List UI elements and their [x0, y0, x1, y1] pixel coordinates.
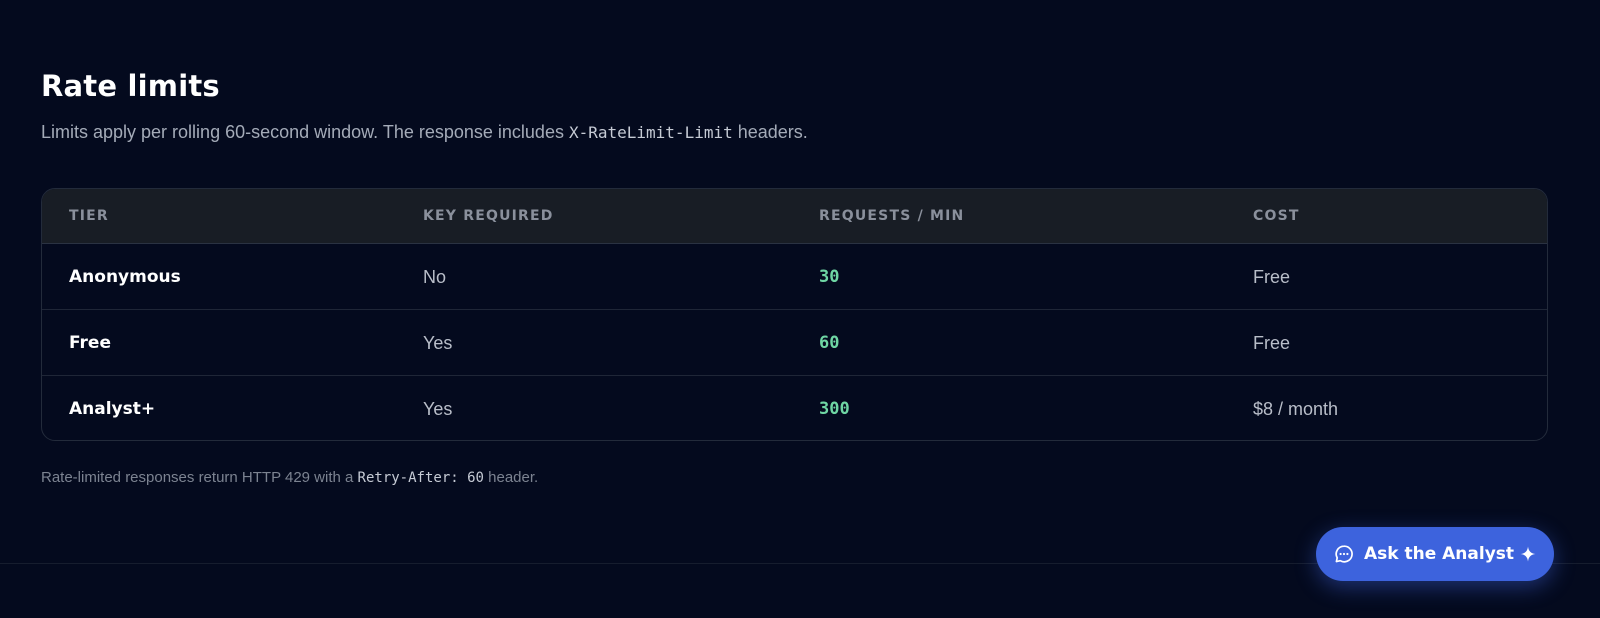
intro-text-end: headers. [732, 122, 808, 142]
table-header-row: TIER KEY REQUIRED REQUESTS / MIN COST [42, 189, 1547, 244]
chat-bubble-icon [1334, 544, 1354, 564]
ask-the-analyst-label: Ask the Analyst [1363, 544, 1515, 564]
column-header-requests-per-min: REQUESTS / MIN [819, 208, 965, 224]
sparkle-icon [1520, 546, 1536, 562]
tier-cell: Analyst+ [69, 399, 156, 419]
table-row: Analyst+ Yes 300 $8 / month [42, 376, 1547, 440]
key-required-cell: Yes [423, 333, 453, 353]
section-title: Rate limits [41, 69, 220, 103]
section-intro: Limits apply per rolling 60-second windo… [41, 120, 1549, 145]
column-header-key-required: KEY REQUIRED [423, 208, 554, 224]
table-row: Anonymous No 30 Free [42, 244, 1547, 310]
footnote-text: Rate-limited responses return HTTP 429 w… [41, 469, 358, 486]
requests-per-min-cell: 30 [819, 267, 840, 287]
cost-cell: Free [1253, 267, 1291, 287]
column-header-tier: TIER [69, 208, 109, 224]
cost-cell: Free [1253, 333, 1291, 353]
footnote-text-end: header. [483, 469, 539, 486]
intro-code: X-RateLimit-Limit [568, 123, 733, 142]
rate-limits-section: Rate limits Limits apply per rolling 60-… [41, 66, 1549, 486]
requests-per-min-cell: 60 [819, 333, 840, 353]
tier-cell: Free [69, 333, 111, 353]
footnote-code: Retry-After: 60 [357, 470, 484, 486]
tier-cell: Anonymous [69, 267, 181, 287]
intro-text: Limits apply per rolling 60-second windo… [41, 122, 569, 142]
ask-the-analyst-button[interactable]: Ask the Analyst [1316, 527, 1554, 581]
requests-per-min-cell: 300 [819, 399, 850, 419]
key-required-cell: Yes [423, 399, 453, 419]
cost-cell: $8 / month [1253, 399, 1339, 419]
table-footnote: Rate-limited responses return HTTP 429 w… [41, 468, 538, 488]
rate-limits-table: TIER KEY REQUIRED REQUESTS / MIN COST An… [41, 188, 1548, 441]
table-row: Free Yes 60 Free [42, 310, 1547, 376]
key-required-cell: No [423, 267, 447, 287]
column-header-cost: COST [1253, 208, 1300, 224]
